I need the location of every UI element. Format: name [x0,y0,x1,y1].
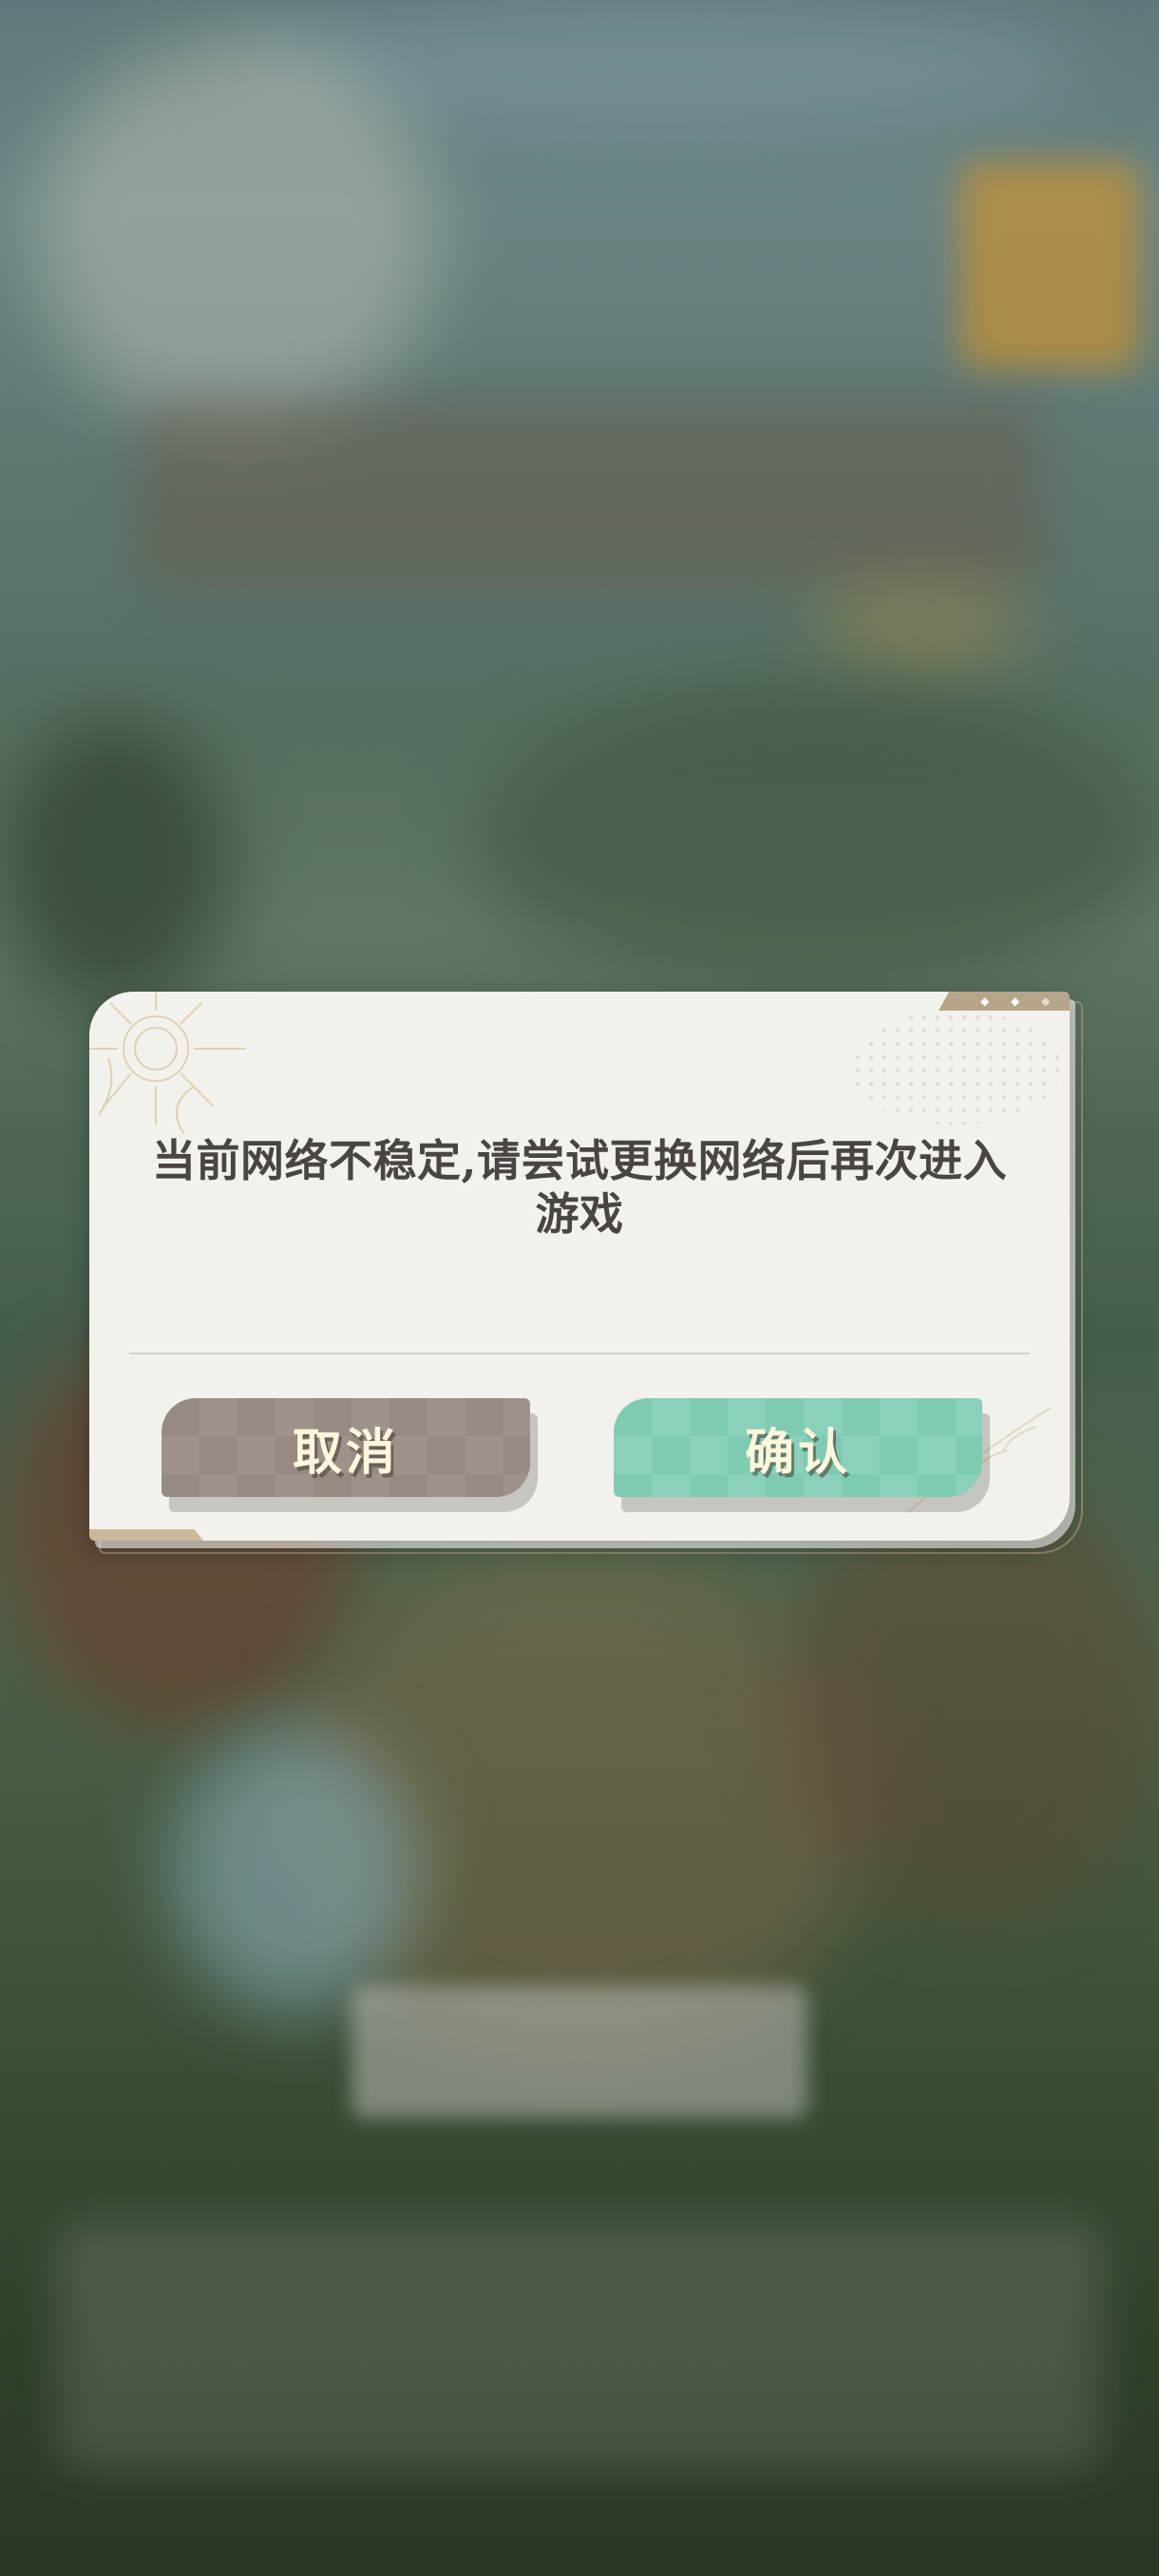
dialog-divider [129,1353,1030,1354]
diamond-marks-icon: ◆ ◆ ◆ [939,992,1070,1011]
game-screen: ◆ ◆ ◆ 当前网络不稳定,请尝试更换网络后再次进入游戏 取消 确认 [0,0,1159,2576]
dialog-message: 当前网络不稳定,请尝试更换网络后再次进入游戏 [151,1135,1007,1240]
sun-ornament-icon [89,992,246,1135]
network-error-dialog: ◆ ◆ ◆ 当前网络不稳定,请尝试更换网络后再次进入游戏 取消 确认 [89,992,1070,1541]
dot-pattern-decoration [851,1011,1060,1125]
confirm-button[interactable]: 确认 [614,1398,982,1497]
cancel-button-label: 取消 [292,1423,399,1482]
bottom-corner-tab [89,1529,203,1541]
cancel-button[interactable]: 取消 [162,1398,530,1497]
confirm-button-label: 确认 [744,1423,851,1482]
